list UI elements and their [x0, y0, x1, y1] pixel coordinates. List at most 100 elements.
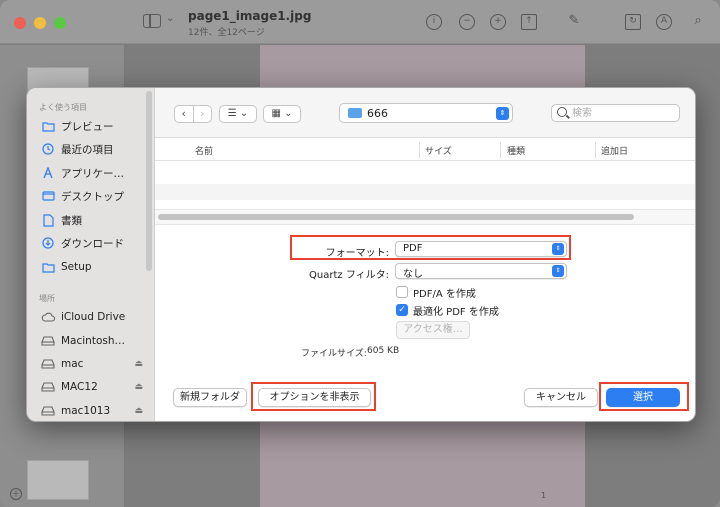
sidebar-item-desktop[interactable]: デスクトップ — [41, 186, 145, 206]
sidebar-item-downloads[interactable]: ダウンロード — [41, 233, 145, 253]
column-kind[interactable]: 種類 — [507, 144, 525, 157]
cancel-button[interactable]: キャンセル — [524, 388, 598, 407]
sidebar-toggle-icon[interactable] — [143, 14, 161, 28]
rotate-icon[interactable]: ↻ — [625, 14, 641, 30]
quartz-filter-value: なし — [403, 269, 423, 280]
eject-icon[interactable]: ⏏ — [134, 382, 143, 392]
disk-icon — [41, 334, 55, 348]
preview-titlebar: ⌄ page1_image1.jpg 12件、全12ページ i − + ↑ ✎ … — [0, 0, 720, 44]
eject-icon[interactable]: ⏏ — [134, 406, 143, 416]
sidebar-item-applications[interactable]: アプリケー… — [41, 163, 145, 183]
file-size-value: 605 KB — [367, 346, 400, 356]
sidebar-item-label: 書類 — [61, 214, 82, 227]
sidebar-item-icloud[interactable]: iCloud Drive — [41, 307, 145, 327]
hide-options-button[interactable]: オプションを非表示 — [258, 388, 371, 407]
sidebar-item-label: Macintosh… — [61, 335, 126, 347]
back-forward-buttons: ‹ › — [174, 105, 212, 123]
search-input[interactable] — [572, 106, 672, 120]
sidebar-item-setup[interactable]: Setup — [41, 257, 145, 277]
sidebar-item-macintosh[interactable]: Macintosh… — [41, 331, 145, 351]
info-icon[interactable]: i — [426, 14, 442, 30]
zoom-window-button[interactable] — [54, 17, 66, 29]
sidebar-item-label: ダウンロード — [61, 237, 124, 250]
share-icon[interactable]: ↑ — [521, 14, 537, 30]
download-icon — [41, 236, 55, 250]
horizontal-scrollbar[interactable] — [158, 214, 634, 220]
list-view-button[interactable]: ☰ ⌄ — [219, 105, 257, 123]
select-button[interactable]: 選択 — [606, 388, 680, 407]
column-name[interactable]: 名前 — [195, 144, 213, 157]
format-value: PDF — [403, 243, 423, 254]
markup-icon[interactable]: A — [656, 14, 672, 30]
sidebar-item-mac1013[interactable]: mac1013 ⏏ — [41, 401, 145, 421]
optimize-pdf-checkbox[interactable]: ✓ — [396, 304, 408, 316]
permissions-button[interactable]: アクセス権… — [396, 321, 470, 339]
sidebar-scrollbar[interactable] — [146, 91, 152, 271]
sidebar-item-label: MAC12 — [61, 381, 98, 393]
document-icon — [41, 213, 55, 227]
optimize-pdf-label: 最適化 PDF を作成 — [413, 307, 499, 318]
quartz-filter-popup[interactable]: なし ⇕ — [395, 263, 567, 280]
sidebar-item-label: デスクトップ — [61, 190, 124, 203]
sidebar-item-label: 最近の項目 — [61, 143, 114, 156]
page-thumbnail[interactable] — [27, 460, 89, 500]
cloud-icon — [41, 310, 55, 324]
file-list-header: 名前 サイズ 種類 追加日 — [155, 139, 695, 161]
minimize-window-button[interactable] — [34, 17, 46, 29]
dialog-toolbar: ‹ › ☰ ⌄ ▦ ⌄ 666 ⇕ — [155, 88, 695, 138]
window-title: page1_image1.jpg — [188, 9, 312, 23]
format-popup[interactable]: PDF ⇕ — [395, 241, 567, 257]
sidebar-item-label: mac — [61, 358, 84, 370]
sidebar-item-label: プレビュー — [61, 120, 114, 133]
search-field[interactable] — [551, 104, 680, 122]
back-button[interactable]: ‹ — [175, 106, 193, 122]
file-size-label: ファイルサイズ: — [301, 349, 367, 359]
new-folder-button[interactable]: 新規フォルダ — [173, 388, 247, 407]
apps-icon — [41, 166, 55, 180]
column-divider[interactable] — [419, 142, 420, 158]
folder-icon — [41, 119, 55, 133]
format-label: フォーマット: — [325, 248, 389, 259]
sidebar-item-label: Setup — [61, 261, 92, 273]
folder-icon — [41, 260, 55, 274]
sidebar-item-mac[interactable]: mac ⏏ — [41, 354, 145, 374]
sidebar-item-label: mac1013 — [61, 405, 111, 417]
markup-pen-icon[interactable]: ✎ — [566, 14, 582, 30]
locations-header: 場所 — [39, 294, 55, 303]
disk-icon — [41, 404, 55, 418]
location-label: 666 — [367, 107, 388, 120]
sidebar-item-documents[interactable]: 書類 — [41, 210, 145, 230]
forward-button[interactable]: › — [192, 106, 212, 122]
list-row-stripe — [155, 184, 695, 200]
column-size[interactable]: サイズ — [425, 144, 452, 157]
disk-icon — [41, 380, 55, 394]
zoom-in-icon[interactable]: + — [490, 14, 506, 30]
column-date-added[interactable]: 追加日 — [601, 144, 628, 157]
dialog-content: ‹ › ☰ ⌄ ▦ ⌄ 666 ⇕ 名前 サイズ 種類 追加日 — [155, 88, 695, 421]
disk-icon — [41, 357, 55, 371]
group-view-button[interactable]: ▦ ⌄ — [263, 105, 301, 123]
favorites-header: よく使う項目 — [39, 103, 87, 112]
chevron-down-icon[interactable]: ⌄ — [166, 13, 174, 24]
add-icon[interactable]: + — [10, 488, 22, 500]
close-window-button[interactable] — [14, 17, 26, 29]
popup-arrows-icon: ⇕ — [496, 107, 509, 120]
location-popup[interactable]: 666 ⇕ — [339, 103, 513, 123]
eject-icon[interactable]: ⏏ — [134, 359, 143, 369]
folder-icon — [348, 108, 362, 118]
pdfa-label: PDF/A を作成 — [413, 289, 476, 300]
dialog-sidebar: よく使う項目 プレビュー 最近の項目 アプリケー… デスクトップ 書類 ダウンロ… — [27, 88, 155, 421]
popup-arrows-icon: ⇕ — [552, 243, 564, 255]
search-icon[interactable]: ⌕ — [690, 14, 706, 30]
pdfa-checkbox[interactable] — [396, 286, 408, 298]
sidebar-item-label: アプリケー… — [61, 167, 124, 180]
sidebar-item-label: iCloud Drive — [61, 311, 126, 323]
column-divider[interactable] — [595, 142, 596, 158]
popup-arrows-icon: ⇕ — [552, 265, 564, 277]
window-subtitle: 12件、全12ページ — [188, 28, 265, 38]
sidebar-item-recents[interactable]: 最近の項目 — [41, 139, 145, 159]
sidebar-item-preview[interactable]: プレビュー — [41, 116, 145, 136]
zoom-out-icon[interactable]: − — [459, 14, 475, 30]
column-divider[interactable] — [500, 142, 501, 158]
sidebar-item-mac12[interactable]: MAC12 ⏏ — [41, 377, 145, 397]
